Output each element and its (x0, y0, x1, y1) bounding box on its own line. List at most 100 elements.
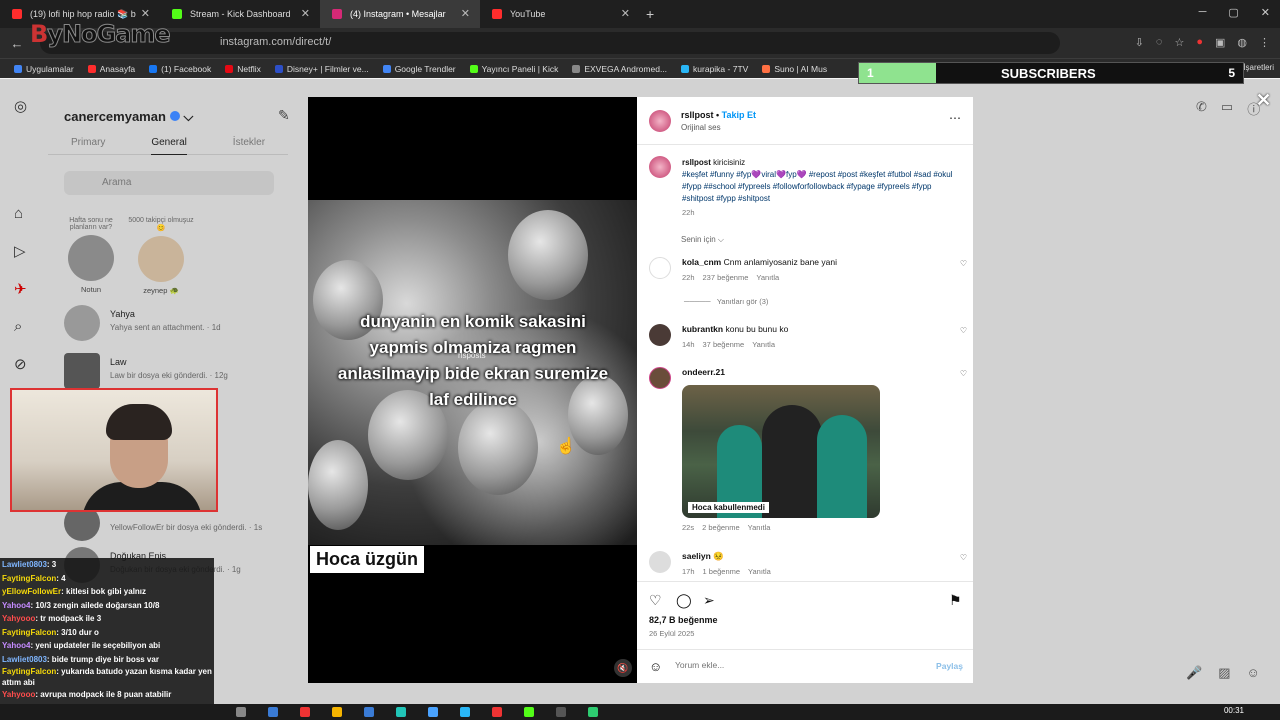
dm-username[interactable]: canercemyaman ⌵ (64, 109, 193, 125)
close-window-icon[interactable]: ✕ (1261, 6, 1270, 19)
comment-image[interactable]: Hoca kabullenmedi (682, 385, 880, 518)
note-item[interactable]: Hafta sonu ne planların var? Notun (56, 217, 126, 294)
puzzle-icon[interactable]: ▣ (1215, 36, 1225, 49)
image-icon[interactable]: ▨ (1218, 665, 1230, 681)
mute-button[interactable]: 🔇 (614, 659, 632, 677)
tab-general[interactable]: General (151, 137, 187, 155)
heart-icon[interactable]: ♡ (649, 592, 662, 609)
microphone-icon[interactable]: 🎤 (1186, 665, 1202, 681)
share-icon[interactable]: ➢ (703, 592, 715, 609)
author-avatar[interactable] (649, 110, 671, 132)
bookmark-item[interactable]: Google Trendler (382, 64, 456, 74)
bookmark-icon[interactable]: ⚑ (949, 592, 962, 609)
new-message-icon[interactable]: ✎ (278, 107, 290, 124)
like-comment-icon[interactable]: ♡ (960, 259, 967, 268)
sticker-icon[interactable]: ☺ (1246, 665, 1259, 681)
post-likes[interactable]: 82,7 B beğenme (649, 615, 718, 625)
messages-icon[interactable]: ✈ (14, 280, 27, 298)
app-icon[interactable] (332, 707, 342, 717)
close-tab-icon[interactable]: ✕ (301, 7, 310, 20)
comment-input[interactable] (675, 660, 915, 670)
avatar[interactable] (649, 367, 671, 389)
video-call-icon[interactable]: ▭ (1221, 99, 1233, 118)
home-icon[interactable]: ⌂ (14, 205, 27, 222)
more-options-icon[interactable]: ⋯ (949, 111, 961, 125)
post-comment-button[interactable]: Paylaş (936, 661, 963, 671)
view-replies-button[interactable]: ───── Yanıtları gör (3) (684, 297, 768, 306)
post-author[interactable]: rsllpost • Takip Et (681, 110, 756, 120)
bookmark-item[interactable]: Anasayfa (87, 64, 135, 74)
app-icon[interactable] (300, 707, 310, 717)
likes-count[interactable]: 237 beğenme (703, 273, 749, 282)
app-icon[interactable] (556, 707, 566, 717)
back-arrow-icon[interactable]: ← (10, 36, 24, 51)
instagram-logo-icon[interactable]: ◎ (14, 97, 27, 115)
tab-requests[interactable]: İstekler (233, 137, 265, 148)
app-icon[interactable] (460, 707, 470, 717)
bookmark-item[interactable]: EXVEGA Andromed... (572, 64, 667, 74)
note-item[interactable]: 5000 takipçi olmuşuz 😊 zeynep 🐢 (126, 217, 196, 295)
bookmark-item[interactable]: Disney+ | Filmler ve... (274, 64, 369, 74)
reply-button[interactable]: Yanıtla (756, 273, 779, 282)
likes-count[interactable]: 2 beğenme (702, 523, 740, 532)
app-icon[interactable] (588, 707, 598, 717)
tab-primary[interactable]: Primary (71, 137, 105, 148)
bookmark-item[interactable]: kurapika - 7TV (681, 64, 748, 74)
bookmark-item[interactable]: Uygulamalar (14, 64, 74, 74)
url-field[interactable]: instagram.com/direct/t/ (40, 32, 1060, 54)
follow-button[interactable]: Takip Et (722, 110, 756, 120)
menu-icon[interactable]: ⋮ (1259, 36, 1270, 49)
like-comment-icon[interactable]: ♡ (960, 369, 967, 378)
minimize-icon[interactable]: ─ (1199, 6, 1207, 19)
app-icon[interactable] (524, 707, 534, 717)
install-icon[interactable]: ⇩ (1135, 36, 1144, 49)
browser-tab[interactable]: Stream - Kick Dashboard ✕ (160, 0, 320, 28)
for-you-dropdown[interactable]: Senin için ⌵ (681, 235, 724, 245)
like-comment-icon[interactable]: ♡ (960, 553, 967, 562)
caption-hashtags[interactable]: #keşfet #funny #fyp💜viral💜fyp💜 #repost #… (682, 170, 952, 203)
bookmark-item[interactable]: Yayıncı Paneli | Kick (469, 64, 558, 74)
avatar[interactable] (649, 257, 671, 279)
reply-button[interactable]: Yanıtla (748, 567, 771, 576)
extension-icon[interactable]: ● (1196, 36, 1203, 49)
reply-button[interactable]: Yanıtla (752, 340, 775, 349)
browser-tab[interactable]: YouTube ✕ (480, 0, 640, 28)
phone-icon[interactable]: ✆ (1196, 99, 1207, 118)
app-icon[interactable] (428, 707, 438, 717)
reels-icon[interactable]: ▷ (14, 242, 27, 260)
avatar[interactable] (649, 324, 671, 346)
dm-search-input[interactable]: Arama (64, 171, 274, 195)
eye-off-icon[interactable]: ◌ (1156, 36, 1163, 49)
comment-icon[interactable]: ◯ (676, 592, 692, 609)
conversation-item[interactable]: Law Law bir dosya eki gönderdi. · 12g (64, 353, 294, 389)
close-tab-icon[interactable]: ✕ (141, 7, 150, 20)
conversation-item[interactable]: Yahya Yahya sent an attachment. · 1d (64, 305, 294, 341)
maximize-icon[interactable]: ▢ (1228, 6, 1238, 19)
likes-count[interactable]: 1 beğenme (703, 567, 741, 576)
emoji-icon[interactable]: ☺ (649, 659, 662, 674)
star-icon[interactable]: ☆ (1174, 36, 1184, 49)
post-audio[interactable]: Orijinal ses (681, 123, 721, 132)
app-icon[interactable] (268, 707, 278, 717)
close-tab-icon[interactable]: ✕ (621, 7, 630, 20)
app-icon[interactable] (364, 707, 374, 717)
reply-button[interactable]: Yanıtla (748, 523, 771, 532)
profile-icon[interactable]: ◍ (1237, 36, 1247, 49)
bookmark-item[interactable]: Suno | AI Mus (762, 64, 827, 74)
new-tab-icon[interactable]: + (646, 6, 654, 22)
app-icon[interactable] (492, 707, 502, 717)
close-modal-icon[interactable]: ✕ (1256, 90, 1271, 111)
bookmark-item[interactable]: Netflix (225, 64, 261, 74)
caption-avatar[interactable] (649, 156, 671, 178)
like-comment-icon[interactable]: ♡ (960, 326, 967, 335)
bookmark-item[interactable]: (1) Facebook (149, 64, 211, 74)
close-tab-icon[interactable]: ✕ (461, 7, 470, 20)
app-icon[interactable] (236, 707, 246, 717)
explore-icon[interactable]: ⊘ (14, 355, 27, 373)
avatar[interactable] (649, 551, 671, 573)
app-icon[interactable] (396, 707, 406, 717)
search-icon[interactable]: ⌕ (14, 318, 27, 335)
likes-count[interactable]: 37 beğenme (703, 340, 745, 349)
reel-video[interactable]: dunyanin en komik sakasini yapmis olmami… (308, 97, 637, 683)
browser-tab-active[interactable]: (4) Instagram • Mesajlar ✕ (320, 0, 480, 28)
